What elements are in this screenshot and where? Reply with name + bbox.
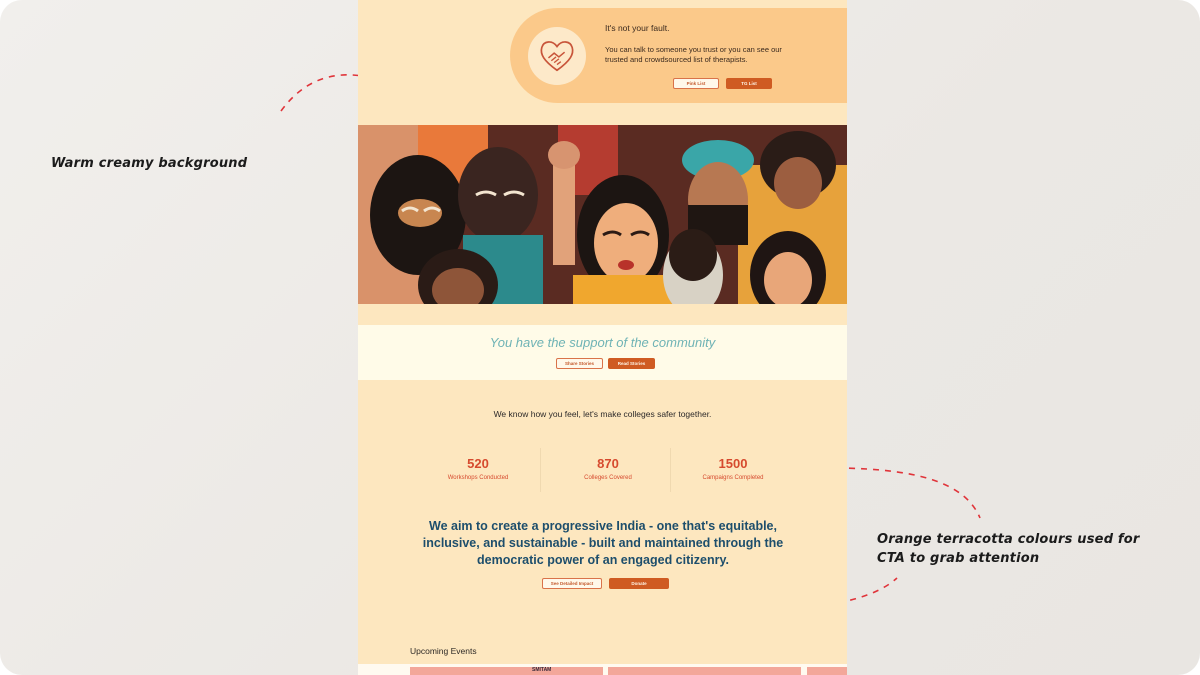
pink-list-button[interactable]: Pink List <box>673 78 719 89</box>
mission-statement: We aim to create a progressive India - o… <box>422 519 784 567</box>
stat-label: Campaigns Completed <box>702 475 764 481</box>
stat-value: 870 <box>597 456 619 471</box>
website-mockup: It's not your fault. You can talk to som… <box>358 0 847 675</box>
annotation-cta-note-line2: CTA to grab attention <box>877 551 1040 566</box>
upcoming-events-title: Upcoming Events <box>410 646 477 656</box>
annotation-cta-note-line1: Orange terracotta colours used for <box>877 532 1140 547</box>
stat-workshops: 520 Workshops Conducted <box>413 448 543 492</box>
stat-label: Workshops Conducted <box>447 475 509 481</box>
event-card-text: SMITAM <box>532 667 552 673</box>
stat-campaigns: 1500 Campaigns Completed <box>668 448 798 492</box>
event-card[interactable] <box>608 667 801 675</box>
donate-button[interactable]: Donate <box>609 578 669 589</box>
annotation-background-note: Warm creamy background <box>51 156 248 171</box>
tagline: We know how you feel, let's make college… <box>493 409 712 419</box>
stat-value: 1500 <box>718 456 748 471</box>
help-body: You can talk to someone you trust or you… <box>605 45 782 64</box>
read-stories-button[interactable]: Read Stories <box>608 358 655 369</box>
event-card[interactable]: SMITAM <box>410 667 603 675</box>
help-card: It's not your fault. You can talk to som… <box>510 8 847 103</box>
stat-divider <box>540 448 541 492</box>
see-impact-button[interactable]: See Detailed Impact <box>542 578 602 589</box>
stat-label: Colleges Covered <box>584 475 632 481</box>
help-title: It's not your fault. <box>605 23 670 33</box>
hero-illustration <box>358 125 847 304</box>
event-card[interactable] <box>807 667 847 675</box>
stat-colleges: 870 Colleges Covered <box>543 448 673 492</box>
heart-handshake-icon <box>528 27 586 85</box>
community-support-section: You have the support of the community Sh… <box>358 325 847 380</box>
presentation-canvas: Warm creamy background Orange terracotta… <box>0 0 1200 675</box>
impact-stats: 520 Workshops Conducted 870 Colleges Cov… <box>413 448 803 492</box>
stat-value: 520 <box>467 456 489 471</box>
share-stories-button[interactable]: Share Stories <box>556 358 603 369</box>
support-title: You have the support of the community <box>489 335 716 350</box>
tg-list-button[interactable]: TG List <box>726 78 772 89</box>
